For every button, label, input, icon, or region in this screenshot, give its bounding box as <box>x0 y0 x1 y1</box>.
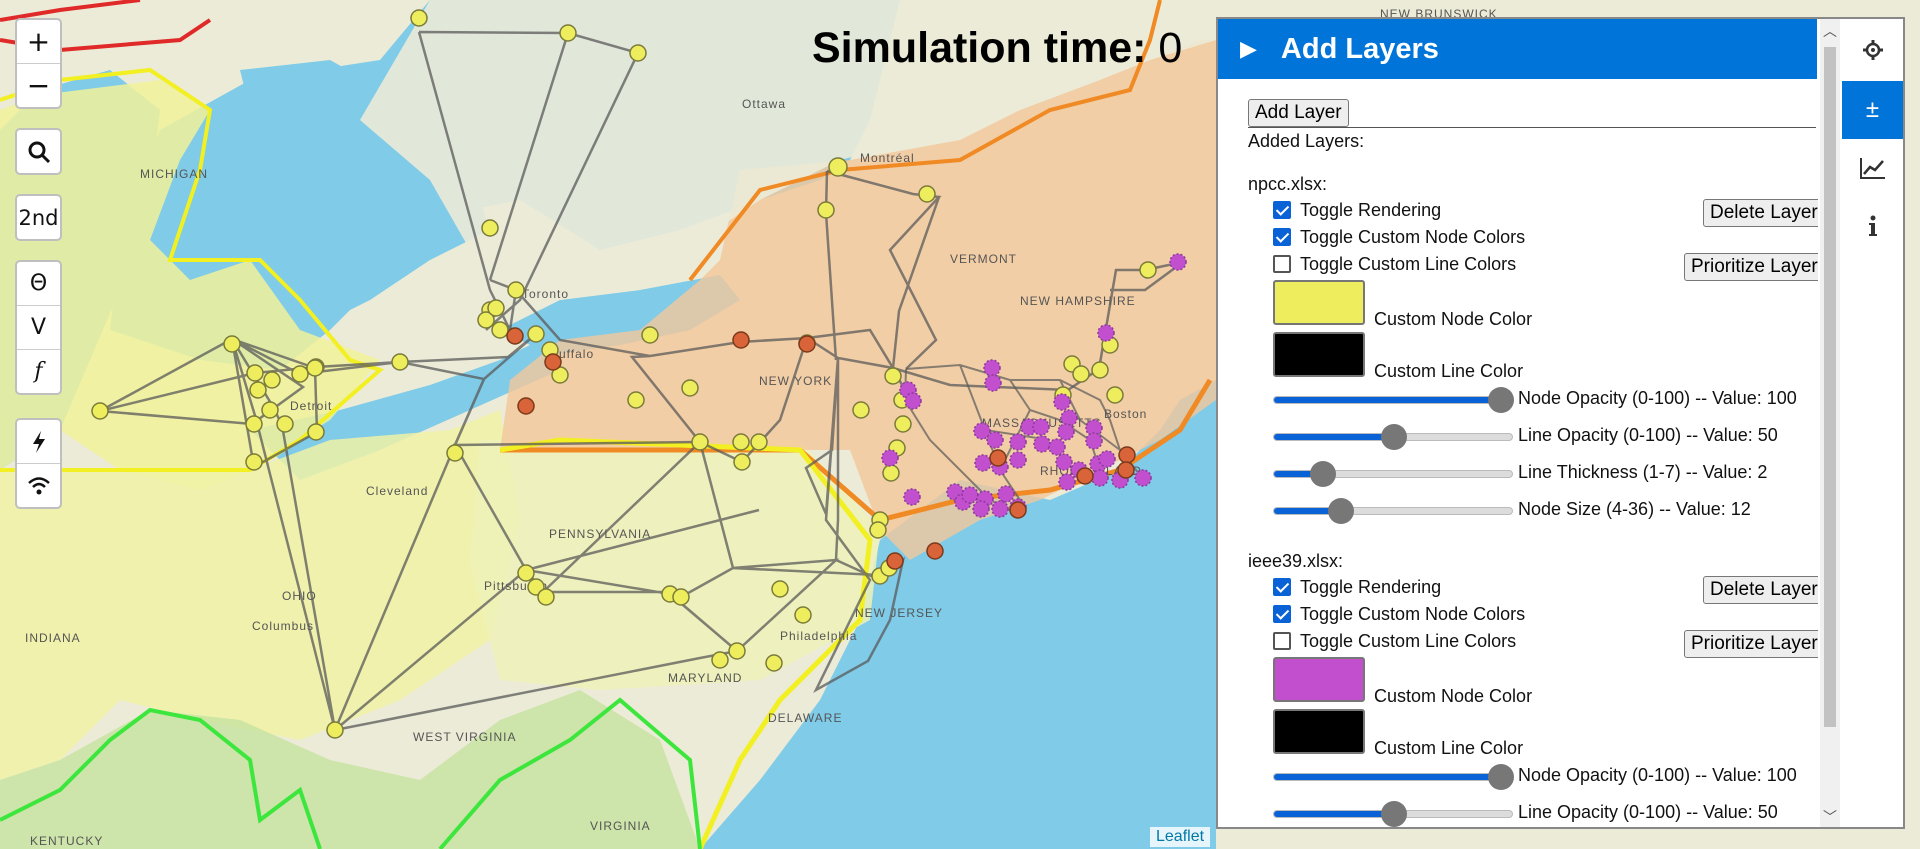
toggle-line-colors-checkbox[interactable] <box>1273 255 1291 273</box>
line-opacity-slider[interactable] <box>1273 801 1513 827</box>
toggle-rendering-label: Toggle Rendering <box>1300 577 1442 597</box>
layers-panel: ▶ Add Layers Add Layer Added Layers: npc… <box>1216 17 1905 829</box>
map-label-maryland: MARYLAND <box>668 671 742 685</box>
line-opacity-label: Line Opacity (0-100) -- Value: 50 <box>1518 425 1778 445</box>
custom-line-color-label: Custom Line Color <box>1374 361 1524 381</box>
toggle-node-colors-label: Toggle Custom Node Colors <box>1300 227 1526 247</box>
map-label-indiana: INDIANA <box>25 631 81 645</box>
leaflet-attribution[interactable]: Leaflet <box>1150 827 1211 847</box>
map-label-kentucky: KENTUCKY <box>30 834 103 848</box>
delete-layer-button[interactable]: Delete Layer <box>1703 199 1818 227</box>
chart-icon[interactable] <box>1842 139 1903 197</box>
custom-node-color-swatch[interactable] <box>1273 280 1365 325</box>
node-opacity-slider[interactable] <box>1273 764 1514 790</box>
map-label-delaware: DELAWARE <box>768 711 842 725</box>
overlay-control <box>15 418 62 509</box>
node-opacity-label: Node Opacity (0-100) -- Value: 100 <box>1518 765 1797 785</box>
map-label-new-jersey: NEW JERSEY <box>855 606 943 620</box>
second-control: 2nd <box>15 194 62 241</box>
panel-title: Add Layers <box>1280 32 1439 65</box>
toggle-node-colors-checkbox[interactable] <box>1273 228 1291 246</box>
search-control <box>15 128 62 175</box>
toggle-node-colors-checkbox[interactable] <box>1273 605 1291 623</box>
toggle-rendering-label: Toggle Rendering <box>1300 200 1442 220</box>
panel-scrollbar[interactable]: ︿ ﹀ <box>1820 19 1840 827</box>
divider <box>1248 127 1816 128</box>
node-opacity-label: Node Opacity (0-100) -- Value: 100 <box>1518 388 1797 408</box>
node-opacity-slider[interactable] <box>1273 387 1514 413</box>
added-layers-label: Added Layers: <box>1248 131 1365 151</box>
plus-minus-icon[interactable]: ± <box>1842 81 1903 139</box>
map-label-vermont: VERMONT <box>950 252 1017 266</box>
toggle-line-colors-label: Toggle Custom Line Colors <box>1300 631 1517 651</box>
add-layer-button[interactable]: Add Layer <box>1248 99 1349 127</box>
line-thickness-label: Line Thickness (1-7) -- Value: 2 <box>1518 462 1768 482</box>
map-label-new-hampshire: NEW HAMPSHIRE <box>1020 294 1136 308</box>
search-button[interactable] <box>17 130 60 173</box>
scroll-up-arrow-icon[interactable]: ︿ <box>1823 21 1837 41</box>
zoom-out-button[interactable]: − <box>17 64 60 107</box>
toggle-line-colors-label: Toggle Custom Line Colors <box>1300 254 1517 274</box>
layer-file-name: npcc.xlsx: <box>1248 174 1328 194</box>
panel-sidebar: ± <box>1842 19 1903 827</box>
scrollbar-thumb[interactable] <box>1824 47 1836 727</box>
custom-line-color-swatch[interactable] <box>1273 332 1365 377</box>
frequency-button[interactable]: f <box>17 350 60 393</box>
map-label-montreal: Montréal <box>860 151 915 165</box>
toggle-rendering-checkbox[interactable] <box>1273 578 1291 596</box>
simulation-time-label: Simulation time: <box>812 24 1147 72</box>
layer-file-name: ieee39.xlsx: <box>1248 551 1344 571</box>
lightning-icon <box>32 430 45 453</box>
second-button[interactable]: 2nd <box>17 196 60 239</box>
custom-line-color-swatch[interactable] <box>1273 709 1365 754</box>
gear-icon[interactable] <box>1842 21 1903 79</box>
toggle-rendering-checkbox[interactable] <box>1273 201 1291 219</box>
map-label-michigan: MICHIGAN <box>140 167 208 181</box>
custom-node-color-label: Custom Node Color <box>1374 309 1533 329</box>
simulation-time: Simulation time: 0 <box>812 24 1182 73</box>
map-label-west-virginia: WEST VIRGINIA <box>413 730 516 744</box>
scroll-down-arrow-icon[interactable]: ﹀ <box>1823 807 1837 827</box>
custom-node-color-swatch[interactable] <box>1273 657 1365 702</box>
panel-body: Add Layer Added Layers: npcc.xlsx: Toggl… <box>1218 79 1818 829</box>
expand-triangle-icon[interactable]: ▶ <box>1240 36 1257 62</box>
line-thickness-slider[interactable] <box>1273 461 1513 487</box>
simulation-time-value: 0 <box>1158 24 1183 72</box>
line-opacity-label: Line Opacity (0-100) -- Value: 50 <box>1518 802 1778 822</box>
wifi-icon <box>27 476 50 494</box>
map-label-columbus: Columbus <box>252 619 314 633</box>
view-mode-control: Θ V f <box>15 260 62 395</box>
zoom-in-button[interactable]: + <box>17 20 60 64</box>
custom-node-color-label: Custom Node Color <box>1374 686 1533 706</box>
zoom-control: + − <box>15 18 62 109</box>
map-label-detroit: Detroit <box>290 399 332 413</box>
prioritize-layer-button[interactable]: Prioritize Layer <box>1684 253 1818 281</box>
power-button[interactable] <box>17 420 60 464</box>
map-label-virginia: VIRGINIA <box>590 819 651 833</box>
toggle-line-colors-checkbox[interactable] <box>1273 632 1291 650</box>
voltage-button[interactable]: V <box>17 306 60 350</box>
delete-layer-button[interactable]: Delete Layer <box>1703 576 1818 604</box>
signal-button[interactable] <box>17 464 60 507</box>
toggle-node-colors-label: Toggle Custom Node Colors <box>1300 604 1526 624</box>
node-size-slider[interactable] <box>1273 498 1513 524</box>
node-size-label: Node Size (4-36) -- Value: 12 <box>1518 499 1751 519</box>
prioritize-layer-button[interactable]: Prioritize Layer <box>1684 630 1818 658</box>
theta-button[interactable]: Θ <box>17 262 60 306</box>
map-label-ottawa: Ottawa <box>742 97 786 111</box>
map-label-toronto: Toronto <box>522 287 569 301</box>
line-opacity-slider[interactable] <box>1273 424 1513 450</box>
search-icon <box>28 141 50 163</box>
map-label-cleveland: Cleveland <box>366 484 428 498</box>
panel-header[interactable]: ▶ Add Layers <box>1218 19 1817 79</box>
info-icon[interactable] <box>1842 197 1903 255</box>
custom-line-color-label: Custom Line Color <box>1374 738 1524 758</box>
